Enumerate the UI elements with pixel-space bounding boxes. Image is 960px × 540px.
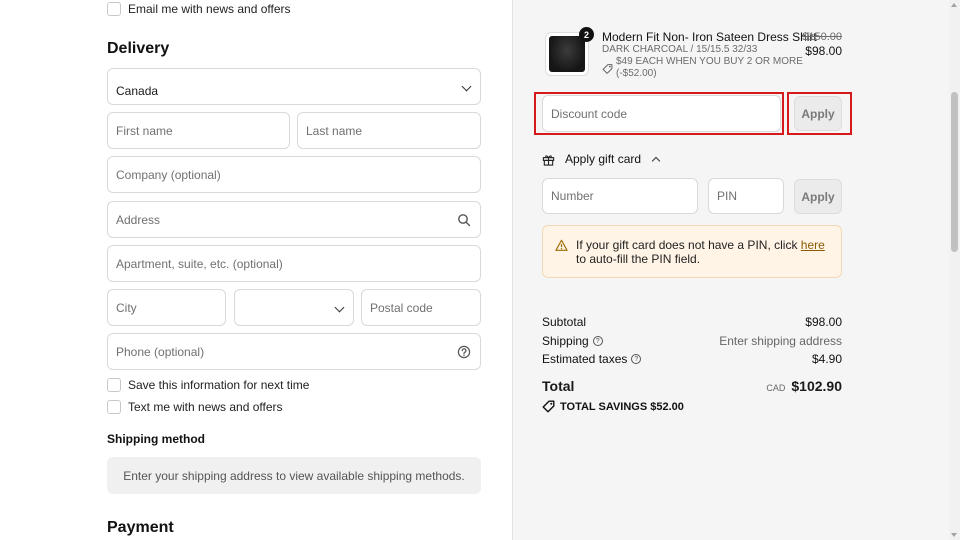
tag-icon [542, 400, 555, 413]
address-input[interactable]: Address [107, 201, 481, 238]
total-value: $102.90 [791, 378, 842, 394]
shipping-method-info: Enter your shipping address to view avai… [107, 457, 481, 494]
city-input[interactable]: City [107, 289, 226, 326]
notice-text: If your gift card does not have a PIN, c… [576, 238, 826, 266]
email-news-option[interactable]: Email me with news and offers [107, 2, 291, 16]
taxes-value: $4.90 [811, 352, 842, 366]
taxes-help-icon[interactable]: ? [631, 354, 642, 364]
tag-icon [602, 64, 613, 74]
taxes-label: Estimated taxes [542, 352, 628, 366]
notice-text-end: to auto-fill the PIN field. [576, 252, 701, 266]
apply-button-highlight [787, 92, 852, 135]
product-image [549, 36, 585, 72]
subtotal-row: Subtotal $98.00 [542, 315, 842, 329]
gift-card-toggle[interactable]: Apply gift card [542, 152, 661, 166]
shipping-value: Enter shipping address [719, 334, 842, 348]
savings-value: $52.00 [650, 400, 684, 413]
email-news-checkbox[interactable] [107, 2, 121, 16]
product-deal: $49 EACH WHEN YOU BUY 2 OR MORE (-$52.00… [602, 56, 803, 80]
gift-card-pin-notice: If your gift card does not have a PIN, c… [542, 225, 842, 278]
autofill-pin-link[interactable]: here [801, 238, 825, 252]
product-variant: DARK CHARCOAL / 15/15.5 32/33 [602, 44, 758, 55]
final-price: $98.00 [805, 44, 842, 58]
help-icon[interactable] [457, 345, 471, 359]
address-placeholder: Address [116, 212, 161, 227]
postal-code-input[interactable]: Postal code [361, 289, 481, 326]
shipping-help-icon[interactable]: ? [592, 336, 603, 346]
save-info-checkbox[interactable] [107, 378, 121, 392]
payment-heading: Payment [107, 519, 174, 536]
deal-text: $49 EACH WHEN YOU BUY 2 OR MORE [616, 56, 803, 67]
subtotal-label: Subtotal [542, 315, 587, 329]
shipping-label: Shipping [542, 334, 589, 348]
province-select[interactable] [234, 289, 354, 326]
gift-card-pin-input[interactable]: PIN [708, 178, 784, 214]
scroll-down-icon[interactable] [951, 533, 957, 537]
text-news-label: Text me with news and offers [128, 400, 283, 414]
page-scrollbar[interactable] [949, 0, 960, 540]
taxes-row: Estimated taxes? $4.90 [542, 352, 842, 366]
total-row: Total CAD $102.90 [542, 378, 842, 394]
original-price: $150.00 [802, 31, 842, 43]
gift-card-number-input[interactable]: Number [542, 178, 698, 214]
apply-gift-card-button[interactable]: Apply [794, 179, 842, 214]
last-name-input[interactable]: Last name [297, 112, 481, 149]
chevron-down-icon [334, 302, 345, 313]
product-name: Modern Fit Non- Iron Sateen Dress Shirt [602, 30, 817, 44]
chevron-up-icon [651, 156, 661, 165]
currency-code: CAD [766, 383, 786, 393]
warning-icon [555, 239, 568, 251]
phone-placeholder: Phone (optional) [116, 344, 205, 359]
country-value: Canada [116, 84, 159, 98]
text-news-option[interactable]: Text me with news and offers [107, 400, 283, 414]
gift-card-label: Apply gift card [565, 152, 642, 166]
save-info-label: Save this information for next time [128, 378, 310, 392]
company-input[interactable]: Company (optional) [107, 156, 481, 193]
scrollbar-thumb[interactable] [951, 92, 958, 252]
product-thumbnail: 2 [545, 27, 594, 76]
search-icon[interactable] [457, 213, 471, 227]
total-savings: TOTAL SAVINGS $52.00 [542, 400, 684, 413]
first-name-input[interactable]: First name [107, 112, 290, 149]
email-news-label: Email me with news and offers [128, 2, 291, 16]
phone-input[interactable]: Phone (optional) [107, 333, 481, 370]
checkout-form: Email me with news and offers Delivery C… [0, 0, 512, 540]
deal-amount: (-$52.00) [616, 68, 657, 79]
savings-label: TOTAL SAVINGS [560, 400, 648, 413]
delivery-heading: Delivery [107, 40, 170, 57]
country-select[interactable]: Canada [107, 68, 481, 105]
quantity-badge: 2 [579, 27, 594, 42]
notice-text-start: If your gift card does not have a PIN, c… [576, 238, 801, 252]
text-news-checkbox[interactable] [107, 400, 121, 414]
apartment-input[interactable]: Apartment, suite, etc. (optional) [107, 245, 481, 282]
gift-icon [542, 154, 555, 166]
discount-input-highlight [534, 92, 784, 135]
subtotal-value: $98.00 [805, 315, 842, 329]
scroll-up-icon[interactable] [951, 3, 957, 7]
save-info-option[interactable]: Save this information for next time [107, 378, 309, 392]
shipping-method-heading: Shipping method [107, 432, 205, 446]
shipping-row: Shipping? Enter shipping address [542, 334, 842, 348]
total-label: Total [542, 378, 575, 394]
chevron-down-icon [461, 81, 472, 92]
